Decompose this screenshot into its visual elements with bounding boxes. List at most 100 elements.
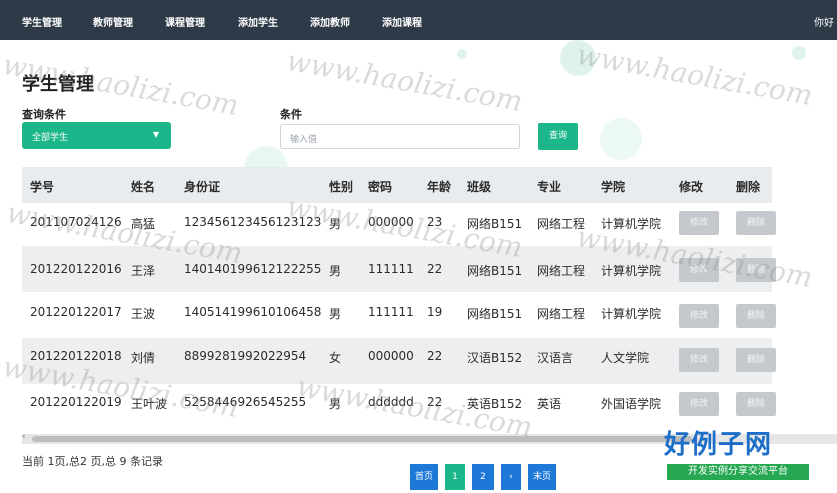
- condition-label: 条件: [280, 108, 302, 121]
- cell-name: 刘倩: [131, 351, 156, 365]
- site-logo: 好例子网 开发实例分享交流平台: [664, 428, 814, 480]
- condition-input-placeholder: 输入值: [290, 135, 318, 145]
- column-header: 年龄: [427, 180, 452, 194]
- cell-gender: 男: [329, 217, 342, 231]
- filter-select-value: 全部学生: [32, 133, 69, 143]
- cell-college: 外国语学院: [601, 397, 662, 411]
- column-header: 删除: [736, 180, 761, 194]
- column-header: 密码: [368, 180, 393, 194]
- cell-class: 网络B151: [467, 307, 523, 321]
- cell-id: 201220122019: [30, 395, 122, 409]
- pagination-info: 当前 1页,总2 页,总 9 条记录: [22, 455, 163, 468]
- column-header: 班级: [467, 180, 492, 194]
- caret-down-icon: ▼: [152, 130, 159, 139]
- cell-class: 汉语B152: [467, 351, 523, 365]
- cell-id: 201220122017: [30, 305, 122, 319]
- cell-major: 网络工程: [537, 307, 586, 321]
- page-title: 学生管理: [22, 74, 94, 95]
- edit-button[interactable]: 修改: [679, 392, 719, 416]
- cell-age: 22: [427, 349, 443, 363]
- condition-input[interactable]: 输入值: [280, 124, 520, 149]
- logo-tagline: 开发实例分享交流平台: [667, 464, 809, 480]
- pager-page-2[interactable]: 2: [472, 464, 494, 490]
- cell-gender: 女: [329, 351, 342, 365]
- cell-idcard: 140514199610106458: [184, 305, 322, 319]
- column-header: 性别: [329, 180, 354, 194]
- nav-course-manage[interactable]: 课程管理: [165, 14, 205, 29]
- watermark: www.haolizi.com: [284, 44, 526, 118]
- pager-first-button[interactable]: 首页: [410, 464, 438, 490]
- edit-button[interactable]: 修改: [679, 348, 719, 372]
- cell-id: 201220122016: [30, 262, 122, 276]
- column-header: 学院: [601, 180, 626, 194]
- nav-add-teacher[interactable]: 添加教师: [310, 14, 350, 29]
- nav-add-course[interactable]: 添加课程: [382, 14, 422, 29]
- cell-major: 网络工程: [537, 264, 586, 278]
- watermark: www.haolizi.com: [574, 38, 816, 112]
- column-header: 学号: [30, 180, 55, 194]
- cell-password: 000000: [368, 349, 414, 363]
- cell-major: 汉语言: [537, 351, 574, 365]
- cell-class: 网络B151: [467, 217, 523, 231]
- column-header: 姓名: [131, 180, 156, 194]
- delete-button[interactable]: 删除: [736, 211, 776, 235]
- top-nav: 学生管理 教师管理 课程管理 添加学生 添加教师 添加课程 你好: [0, 0, 837, 40]
- scroll-left-icon[interactable]: ‹: [22, 432, 26, 442]
- cell-id: 201220122018: [30, 349, 122, 363]
- column-header: 身份证: [184, 180, 221, 194]
- decor-circle: [457, 49, 467, 59]
- delete-button[interactable]: 删除: [736, 258, 776, 282]
- cell-id: 201107024126: [30, 215, 122, 229]
- delete-button[interactable]: 删除: [736, 348, 776, 372]
- cell-college: 计算机学院: [601, 217, 662, 231]
- cell-password: 111111: [368, 305, 414, 319]
- filter-label: 查询条件: [22, 108, 66, 121]
- cell-college: 计算机学院: [601, 307, 662, 321]
- cell-college: 人文学院: [601, 351, 650, 365]
- edit-button[interactable]: 修改: [679, 304, 719, 328]
- pager-last-button[interactable]: 末页: [528, 464, 556, 490]
- logo-title: 好例子网: [664, 430, 773, 460]
- cell-name: 高猛: [131, 217, 156, 231]
- decor-circle: [792, 46, 806, 60]
- cell-idcard: 8899281992022954: [184, 349, 307, 363]
- filter-select[interactable]: 全部学生 ▼: [22, 122, 171, 149]
- pager-page-1[interactable]: 1: [445, 464, 465, 490]
- cell-name: 王叶波: [131, 397, 168, 411]
- nav-student-manage[interactable]: 学生管理: [22, 14, 62, 29]
- cell-idcard: 140140199612122255: [184, 262, 322, 276]
- cell-gender: 男: [329, 264, 342, 278]
- delete-button[interactable]: 删除: [736, 304, 776, 328]
- decor-circle: [600, 118, 642, 160]
- decor-circle: [560, 40, 596, 76]
- query-button[interactable]: 查询: [538, 123, 578, 150]
- cell-password: 000000: [368, 215, 414, 229]
- cell-age: 19: [427, 305, 443, 319]
- scrollbar-thumb[interactable]: [32, 436, 692, 442]
- edit-button[interactable]: 修改: [679, 211, 719, 235]
- cell-name: 王泽: [131, 264, 156, 278]
- cell-age: 22: [427, 262, 443, 276]
- pager-next-button[interactable]: ›: [501, 464, 521, 490]
- cell-idcard: 5258446926545255: [184, 395, 307, 409]
- cell-gender: 男: [329, 397, 342, 411]
- cell-age: 23: [427, 215, 443, 229]
- user-greeting: 你好: [814, 18, 834, 29]
- cell-class: 网络B151: [467, 264, 523, 278]
- nav-add-student[interactable]: 添加学生: [238, 14, 278, 29]
- column-header: 专业: [537, 180, 562, 194]
- cell-idcard: 123456123456123123: [184, 215, 322, 229]
- nav-teacher-manage[interactable]: 教师管理: [93, 14, 133, 29]
- cell-age: 22: [427, 395, 443, 409]
- edit-button[interactable]: 修改: [679, 258, 719, 282]
- cell-name: 王波: [131, 307, 156, 321]
- cell-password: 111111: [368, 262, 414, 276]
- cell-major: 网络工程: [537, 217, 586, 231]
- cell-password: dddddd: [368, 395, 414, 409]
- column-header: 修改: [679, 180, 704, 194]
- cell-gender: 男: [329, 307, 342, 321]
- delete-button[interactable]: 删除: [736, 392, 776, 416]
- cell-class: 英语B152: [467, 397, 523, 411]
- cell-major: 英语: [537, 397, 562, 411]
- cell-college: 计算机学院: [601, 264, 662, 278]
